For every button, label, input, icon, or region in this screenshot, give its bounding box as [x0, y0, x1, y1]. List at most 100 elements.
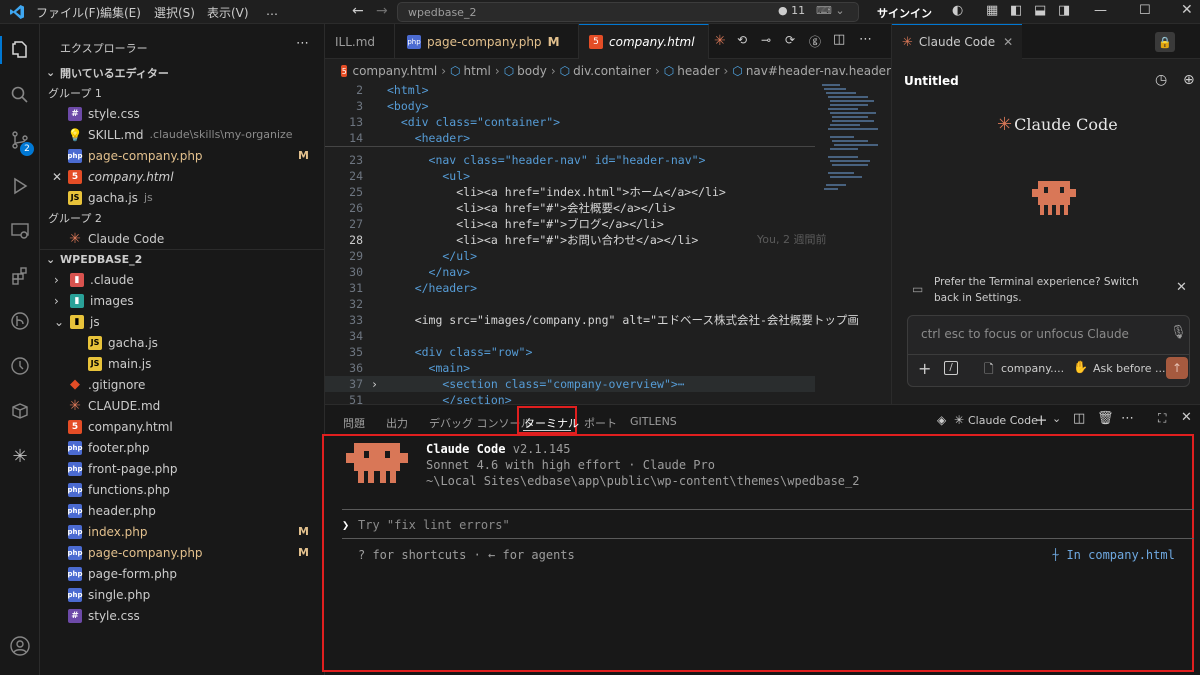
open-editor-item-active[interactable]: ✕ 5 company.html: [40, 166, 325, 187]
tree-file[interactable]: php header.php: [40, 500, 325, 521]
tab-page-company[interactable]: php page-company.php M: [395, 24, 579, 59]
close-icon[interactable]: ✕: [52, 170, 68, 184]
tree-folder[interactable]: › ▮ .claude: [40, 269, 325, 290]
nav-back-icon[interactable]: ←: [352, 3, 364, 19]
tab-problems[interactable]: 問題: [343, 415, 365, 431]
microphone-icon[interactable]: 🎙: [1170, 325, 1187, 340]
gitlens-action-icon[interactable]: ⓖ: [809, 33, 821, 50]
tree-file[interactable]: 5 company.html: [40, 416, 325, 437]
tree-file[interactable]: php footer.php: [40, 437, 325, 458]
breadcrumb-item[interactable]: header: [677, 64, 719, 78]
containers-icon[interactable]: [6, 397, 34, 425]
terminal-notice[interactable]: Prefer the Terminal experience? Switch b…: [934, 274, 1154, 306]
breadcrumb-item[interactable]: company.html: [352, 64, 437, 78]
terminal-name[interactable]: Claude Code: [968, 414, 1038, 427]
tab-output[interactable]: 出力: [386, 415, 408, 431]
menu-more[interactable]: …: [266, 4, 278, 18]
history-icon[interactable]: ◷: [1155, 72, 1167, 88]
remote-explorer-icon[interactable]: [6, 217, 34, 245]
more-actions-icon[interactable]: ⋯: [1121, 411, 1134, 426]
commit-icon[interactable]: ⊸: [761, 33, 771, 47]
terminal[interactable]: Claude Code v2.1.145 Sonnet 4.6 with hig…: [322, 434, 1194, 672]
tab-terminal[interactable]: ターミナル: [524, 415, 579, 431]
claude-action-icon[interactable]: ✳: [714, 33, 726, 49]
gitlens-icon[interactable]: [6, 307, 34, 335]
compare-next-icon[interactable]: ⟳: [785, 33, 795, 47]
breadcrumb-item[interactable]: div.container: [573, 64, 651, 78]
add-icon[interactable]: +: [918, 359, 931, 378]
workspace-header[interactable]: ⌄ WPEDBASE_2: [40, 249, 325, 270]
lock-icon[interactable]: 🔒: [1155, 32, 1175, 52]
breadcrumb-item[interactable]: nav#header-nav.header: [746, 64, 891, 78]
trash-icon[interactable]: 🗑: [1097, 411, 1114, 426]
minimize-icon[interactable]: —: [1094, 3, 1107, 18]
tab-skill-md[interactable]: ILL.md: [325, 24, 395, 59]
slash-command-icon[interactable]: /: [944, 361, 958, 375]
maximize-panel-icon[interactable]: ⛶: [1158, 411, 1166, 426]
breadcrumb-item[interactable]: html: [464, 64, 491, 78]
open-editors-header[interactable]: ⌄ 開いているエディター: [40, 62, 325, 83]
changes-indicator[interactable]: ● 11: [778, 4, 805, 17]
more-actions-icon[interactable]: ⋯: [859, 32, 872, 47]
open-editor-item[interactable]: JS gacha.js js: [40, 187, 325, 208]
fold-chevron-icon[interactable]: ›: [371, 376, 378, 392]
breadcrumb-item[interactable]: body: [517, 64, 547, 78]
menu-file[interactable]: ファイル(F): [36, 4, 100, 21]
signin-button[interactable]: サインイン: [877, 5, 932, 21]
claude-input-box[interactable]: ctrl esc to focus or unfocus Claude 🎙 + …: [907, 315, 1190, 387]
accounts-icon[interactable]: ◐: [952, 3, 963, 18]
files-icon[interactable]: [6, 36, 34, 64]
close-window-icon[interactable]: ✕: [1181, 2, 1193, 18]
claude-tab[interactable]: ✳ Claude Code ✕: [892, 24, 1022, 59]
tree-folder-open[interactable]: ⌄ ▮ js: [40, 311, 325, 332]
tab-gitlens[interactable]: GITLENS: [630, 415, 677, 428]
open-editor-item[interactable]: php page-company.php M: [40, 145, 325, 166]
toggle-sidebar-icon[interactable]: ◧: [1010, 3, 1022, 18]
tree-file[interactable]: JS main.js: [40, 353, 325, 374]
new-chat-icon[interactable]: ⊕: [1183, 72, 1195, 88]
copilot-icon[interactable]: ⌨ ⌄: [816, 4, 845, 17]
tree-file[interactable]: ✳ CLAUDE.md: [40, 395, 325, 416]
menu-edit[interactable]: 編集(E): [100, 4, 141, 21]
customize-layout-icon[interactable]: ▦: [986, 3, 998, 18]
claude-icon[interactable]: ✳: [6, 442, 34, 470]
tree-file[interactable]: php page-form.php: [40, 563, 325, 584]
toggle-secondary-sidebar-icon[interactable]: ◨: [1058, 3, 1070, 18]
more-actions-icon[interactable]: ⋯: [296, 36, 309, 51]
timeline-icon[interactable]: [6, 352, 34, 380]
open-editor-item[interactable]: 💡 SKILL.md .claude\skills\my-organize: [40, 124, 325, 145]
account-icon[interactable]: [6, 632, 34, 660]
compare-previous-icon[interactable]: ⟲: [737, 33, 747, 47]
nav-forward-icon[interactable]: →: [376, 3, 388, 19]
tree-file[interactable]: ◆ .gitignore: [40, 374, 325, 395]
open-editor-item[interactable]: # style.css: [40, 103, 325, 124]
maximize-icon[interactable]: ☐: [1139, 3, 1151, 18]
send-button[interactable]: ↑: [1166, 357, 1188, 379]
run-debug-icon[interactable]: [6, 172, 34, 200]
split-editor-icon[interactable]: ◫: [833, 32, 845, 47]
toggle-panel-icon[interactable]: ⬓: [1034, 3, 1046, 18]
new-terminal-icon[interactable]: +: [1035, 411, 1048, 429]
tree-file[interactable]: # style.css: [40, 605, 325, 626]
extensions-icon[interactable]: [6, 262, 34, 290]
open-editor-item[interactable]: ✳ Claude Code: [40, 228, 325, 249]
tree-file[interactable]: php front-page.php: [40, 458, 325, 479]
menu-selection[interactable]: 選択(S): [154, 4, 195, 21]
file-context-chip[interactable]: company....: [1001, 362, 1064, 375]
tree-file[interactable]: php functions.php: [40, 479, 325, 500]
permission-mode-chip[interactable]: Ask before ...: [1093, 362, 1166, 375]
close-icon[interactable]: ✕: [1003, 35, 1013, 49]
minimap[interactable]: [820, 82, 890, 202]
tree-file[interactable]: php single.php: [40, 584, 325, 605]
chevron-down-icon[interactable]: ⌄: [1052, 412, 1061, 425]
tab-ports[interactable]: ポート: [584, 415, 617, 431]
tree-file[interactable]: JS gacha.js: [40, 332, 325, 353]
split-terminal-icon[interactable]: ◫: [1073, 411, 1085, 426]
tree-file[interactable]: php index.php M: [40, 521, 325, 542]
close-panel-icon[interactable]: ✕: [1181, 410, 1192, 425]
command-center[interactable]: wpedbase_2 ● 11 ⌨ ⌄: [397, 2, 859, 22]
close-icon[interactable]: ✕: [1176, 280, 1187, 295]
tab-company-html[interactable]: 5 company.html: [579, 24, 709, 59]
tree-folder[interactable]: › ▮ images: [40, 290, 325, 311]
code-editor[interactable]: 2 <html> 3 <body> 13 <div class="container…: [325, 82, 891, 404]
